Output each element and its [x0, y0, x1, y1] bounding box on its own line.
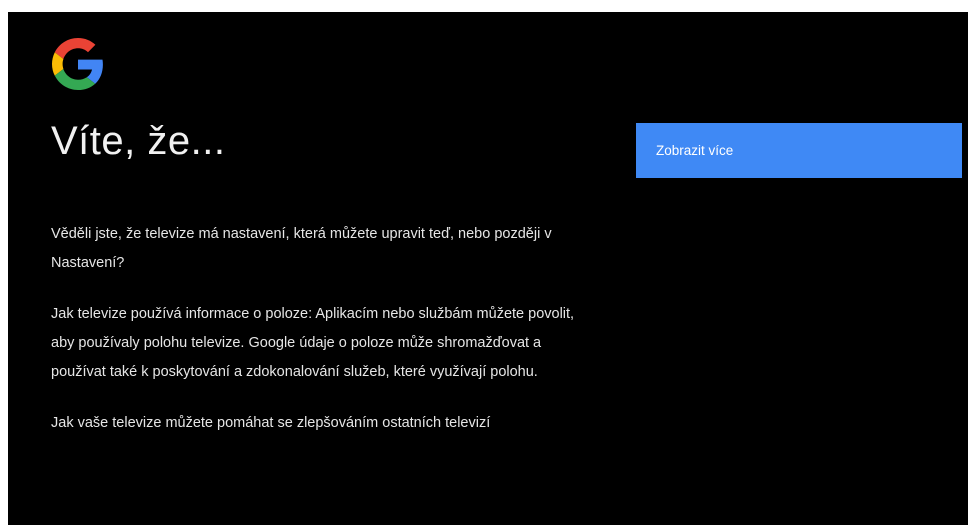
info-paragraph-settings: Věděli jste, že televize má nastavení, k… [51, 226, 552, 271]
info-paragraph-improve: Jak vaše televize můžete pomáhat se zlep… [51, 415, 491, 431]
google-logo-icon [52, 38, 103, 90]
page-title: Víte, že... [51, 119, 226, 163]
info-text: Věděli jste, že televize má nastavení, k… [51, 220, 591, 460]
info-paragraph-location: Jak televize používá informace o poloze:… [51, 306, 575, 380]
show-more-button[interactable]: Zobrazit více [636, 123, 962, 178]
setup-screen: Víte, že... Věděli jste, že televize má … [8, 12, 968, 525]
